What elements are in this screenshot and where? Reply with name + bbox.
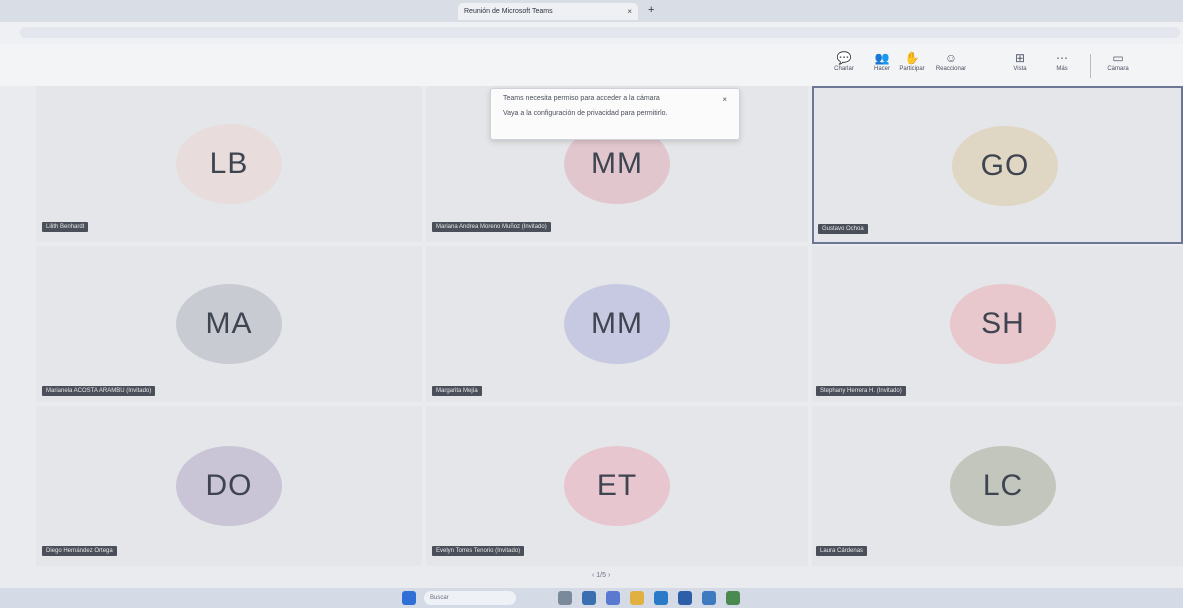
- avatar: DO: [176, 446, 282, 526]
- chat-icon: 💬: [836, 51, 852, 65]
- toolbar-divider: [1090, 54, 1091, 78]
- participant-grid: LB Lilith Benhardt MM Mariana Andrea Mor…: [36, 86, 1183, 572]
- participant-name: Stephany Herrera H. (Invitado): [816, 386, 906, 396]
- more-icon: ⋯: [1056, 51, 1068, 65]
- participant-name: Marianela ACOSTA ARAMBU (Invitado): [42, 386, 156, 396]
- participant-name: Evelyn Torres Tenorio (Invitado): [432, 546, 525, 556]
- avatar: MM: [564, 284, 670, 364]
- close-icon[interactable]: ×: [722, 95, 727, 104]
- edge-icon[interactable]: [654, 591, 668, 605]
- participant-tile[interactable]: SH Stephany Herrera H. (Invitado): [812, 246, 1183, 402]
- notification-body: Vaya a la configuración de privacidad pa…: [503, 110, 668, 117]
- react-label: Reaccionar: [935, 66, 967, 72]
- camera-label: Cámara: [1107, 66, 1129, 72]
- meeting-toolbar: 💬 Charlar 👥 Hacer ✋ Participar ☺ Reaccio…: [0, 44, 1183, 86]
- camera-icon: ▭: [1112, 51, 1124, 65]
- participant-name: Mariana Andrea Moreno Muñoz (Invitado): [432, 222, 551, 232]
- participant-tile[interactable]: LC Laura Cárdenas: [812, 406, 1183, 566]
- participant-tile[interactable]: DO Diego Hernández Ortega: [36, 406, 422, 566]
- participant-name: Gustavo Ochoa: [818, 224, 868, 234]
- chat-button[interactable]: 💬 Charlar: [828, 50, 860, 82]
- participant-tile[interactable]: LB Lilith Benhardt: [36, 86, 422, 242]
- participant-tile[interactable]: MA Marianela ACOSTA ARAMBU (Invitado): [36, 246, 422, 402]
- avatar: MA: [176, 284, 282, 364]
- raise-hand-button[interactable]: ✋ Participar: [896, 50, 928, 82]
- browser-tab[interactable]: [270, 3, 420, 20]
- participant-name: Diego Hernández Ortega: [42, 546, 117, 556]
- participant-tile-active-speaker[interactable]: GO Gustavo Ochoa: [812, 86, 1183, 244]
- chat-label: Charlar: [834, 66, 854, 72]
- emoji-icon: ☺: [944, 51, 958, 65]
- mail-icon[interactable]: [702, 591, 716, 605]
- avatar: ET: [564, 446, 670, 526]
- close-tab-icon[interactable]: ×: [627, 7, 632, 16]
- avatar: SH: [950, 284, 1056, 364]
- task-view-icon[interactable]: [582, 591, 596, 605]
- people-label: Hacer: [873, 66, 890, 72]
- camera-button[interactable]: ▭ Cámara: [1102, 50, 1134, 82]
- browser-tab-bar: Reunión de Microsoft Teams × +: [0, 0, 1183, 22]
- people-icon: 👥: [874, 51, 890, 65]
- widgets-icon[interactable]: [558, 591, 572, 605]
- chrome-icon[interactable]: [726, 591, 740, 605]
- file-explorer-icon[interactable]: [630, 591, 644, 605]
- participant-name: Laura Cárdenas: [816, 546, 868, 556]
- teams-icon[interactable]: [606, 591, 620, 605]
- grid-icon: ⊞: [1014, 51, 1026, 65]
- participant-name: Margarita Mejía: [432, 386, 482, 396]
- view-button[interactable]: ⊞ Vista: [1004, 50, 1036, 82]
- more-button[interactable]: ⋯ Más: [1046, 50, 1078, 82]
- page-navigation[interactable]: ‹ 1/5 ›: [592, 572, 610, 579]
- raise-hand-icon: ✋: [904, 51, 920, 65]
- notification-title: Teams necesita permiso para acceder a la…: [503, 95, 660, 102]
- raise-hand-label: Participar: [899, 66, 925, 72]
- start-icon[interactable]: [402, 591, 416, 605]
- avatar: LC: [950, 446, 1056, 526]
- participant-tile[interactable]: ET Evelyn Torres Tenorio (Invitado): [426, 406, 808, 566]
- avatar: GO: [952, 126, 1058, 206]
- react-button[interactable]: ☺ Reaccionar: [935, 50, 967, 82]
- url-field[interactable]: [20, 27, 1180, 38]
- view-label: Vista: [1013, 66, 1027, 72]
- address-bar: [0, 22, 1183, 44]
- avatar: LB: [176, 124, 282, 204]
- participant-name: Lilith Benhardt: [42, 222, 89, 232]
- browser-tab[interactable]: [60, 3, 250, 20]
- browser-tab-active[interactable]: Reunión de Microsoft Teams ×: [458, 3, 638, 20]
- store-icon[interactable]: [678, 591, 692, 605]
- taskbar-search[interactable]: Buscar: [424, 591, 516, 605]
- more-label: Más: [1056, 66, 1068, 72]
- new-tab-button[interactable]: +: [648, 4, 654, 16]
- people-button[interactable]: 👥 Hacer: [866, 50, 898, 82]
- windows-taskbar: Buscar: [0, 588, 1183, 608]
- participant-tile[interactable]: MM Margarita Mejía: [426, 246, 808, 402]
- tab-label: Reunión de Microsoft Teams: [464, 8, 553, 15]
- camera-permission-notification: Teams necesita permiso para acceder a la…: [490, 88, 740, 140]
